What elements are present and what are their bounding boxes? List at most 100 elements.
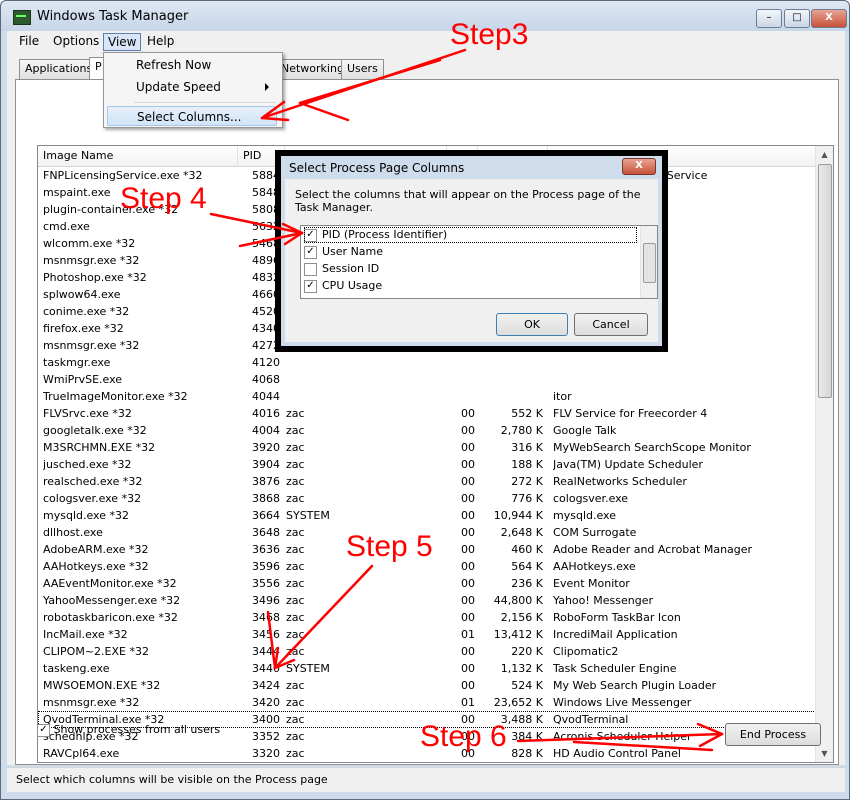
tab-applications[interactable]: Applications <box>19 59 99 79</box>
cell-name: conime.exe *32 <box>43 305 130 318</box>
cell-cpu: 00 <box>461 526 475 539</box>
column-option-cpu-usage-checkbox[interactable]: ✓ <box>304 279 317 293</box>
column-option-session-id-checkbox[interactable] <box>304 262 317 276</box>
cell-desc: Windows Live Messenger <box>553 696 692 709</box>
cell-desc: AAHotkeys.exe <box>553 560 636 573</box>
column-option-user-name-label: User Name <box>322 245 384 258</box>
cell-pid: 5848 <box>252 186 280 199</box>
menu-item-update-speed-label: Update Speed <box>136 80 221 94</box>
cell-mem: 220 K <box>511 645 543 658</box>
cell-name: cmd.exe <box>43 220 90 233</box>
cell-mem: 316 K <box>511 441 543 454</box>
table-row[interactable]: taskeng.exe 3440 SYSTEM 00 1,132 K Task Sched… <box>38 660 816 677</box>
table-row[interactable]: TrueImageMonitor.exe *32 4044 itor <box>38 388 816 405</box>
cell-mem: 236 K <box>511 577 543 590</box>
scroll-down-icon[interactable]: ▼ <box>816 745 833 762</box>
cell-mem: 44,800 K <box>493 594 543 607</box>
cell-name: wlcomm.exe *32 <box>43 237 136 250</box>
cell-pid: 3636 <box>252 543 280 556</box>
table-row[interactable]: YahooMessenger.exe *32 3496 zac 00 44,800 K Y… <box>38 592 816 609</box>
table-row[interactable]: IncMail.exe *32 3456 zac 01 13,412 K IncrediM… <box>38 626 816 643</box>
col-image-name[interactable]: Image Name <box>38 146 238 166</box>
cell-name: RAVCpl64.exe <box>43 747 120 760</box>
table-row[interactable]: googletalk.exe *32 4004 zac 00 2,780 K Google… <box>38 422 816 439</box>
cell-cpu: 00 <box>461 594 475 607</box>
menu-options[interactable]: Options <box>49 33 103 49</box>
cell-name: splwow64.exe <box>43 288 121 301</box>
column-option-pid-checkbox[interactable]: ✓ <box>304 228 317 242</box>
cell-user: zac <box>286 424 305 437</box>
title-bar[interactable]: Windows Task Manager – □ X <box>1 1 849 31</box>
cell-cpu: 00 <box>461 577 475 590</box>
table-row[interactable]: CLIPOM~2.EXE *32 3444 zac 00 220 K Clipomatic… <box>38 643 816 660</box>
scroll-up-icon[interactable]: ▲ <box>816 146 833 163</box>
table-row[interactable]: msnmsgr.exe *32 3420 zac 01 23,652 K Windows … <box>38 694 816 711</box>
menu-file[interactable]: File <box>15 33 43 49</box>
menu-view[interactable]: View <box>103 33 142 51</box>
scroll-thumb[interactable] <box>818 164 832 398</box>
checklist-scrollbar[interactable] <box>640 226 657 298</box>
show-all-users-checkbox[interactable]: ✓ <box>37 723 50 737</box>
cancel-button[interactable]: Cancel <box>574 313 648 336</box>
column-option-session-id[interactable]: Session ID <box>304 261 637 277</box>
cell-desc: mysqld.exe <box>553 509 616 522</box>
dialog-close-button[interactable]: X <box>622 158 656 175</box>
menu-item-update-speed[interactable]: Update Speed <box>107 77 277 97</box>
column-option-pid-label: PID (Process Identifier) <box>322 228 448 241</box>
minimize-button[interactable]: – <box>756 9 782 28</box>
cell-user: SYSTEM <box>286 509 330 522</box>
close-button[interactable]: X <box>811 9 847 28</box>
column-option-cpu-usage[interactable]: ✓ CPU Usage <box>304 278 637 294</box>
checklist-scroll-thumb[interactable] <box>643 243 656 283</box>
show-all-users-label: Show processes from all users <box>53 723 221 736</box>
status-bar: Select which columns will be visible on … <box>7 767 845 792</box>
cell-mem: 2,780 K <box>500 424 543 437</box>
dialog-description: Select the columns that will appear on t… <box>295 188 641 214</box>
show-all-users[interactable]: ✓ Show processes from all users <box>37 723 220 737</box>
column-checklist[interactable]: ✓ PID (Process Identifier) ✓ User Name Ses… <box>300 225 658 299</box>
cell-cpu: 00 <box>461 679 475 692</box>
table-row[interactable]: cologsver.exe *32 3868 zac 00 776 K cologsver… <box>38 490 816 507</box>
column-option-cpu-usage-label: CPU Usage <box>322 279 383 292</box>
column-option-pid[interactable]: ✓ PID (Process Identifier) <box>304 227 637 243</box>
end-process-button[interactable]: End Process <box>725 723 821 746</box>
cell-desc: Google Talk <box>553 424 617 437</box>
table-row[interactable]: jusched.exe *32 3904 zac 00 188 K Java(TM) Up… <box>38 456 816 473</box>
table-row[interactable]: FLVSrvc.exe *32 4016 zac 00 552 K FLV Service… <box>38 405 816 422</box>
table-row[interactable]: AAEventMonitor.exe *32 3556 zac 00 236 K Even… <box>38 575 816 592</box>
column-option-user-name-checkbox[interactable]: ✓ <box>304 245 317 259</box>
cell-pid: 3424 <box>252 679 280 692</box>
tab-users[interactable]: Users <box>341 59 384 79</box>
cell-user: zac <box>286 441 305 454</box>
table-row[interactable]: M3SRCHMN.EXE *32 3920 zac 00 316 K MyWebSearc… <box>38 439 816 456</box>
cell-desc: Yahoo! Messenger <box>553 594 654 607</box>
window-title: Windows Task Manager <box>37 9 189 24</box>
menu-item-refresh-now[interactable]: Refresh Now <box>107 55 277 75</box>
cell-name: WmiPrvSE.exe <box>43 373 123 386</box>
cell-name: YahooMessenger.exe *32 <box>43 594 181 607</box>
table-row[interactable]: robotaskbaricon.exe *32 3468 zac 00 2,156 K R… <box>38 609 816 626</box>
menu-item-select-columns[interactable]: Select Columns... <box>107 106 277 126</box>
table-row[interactable]: taskmgr.exe 4120 <box>38 354 816 371</box>
cell-user: zac <box>286 628 305 641</box>
table-row[interactable]: WmiPrvSE.exe 4068 <box>38 371 816 388</box>
cell-pid: 3352 <box>252 730 280 743</box>
table-row[interactable]: MWSOEMON.EXE *32 3424 zac 00 524 K My Web Sea… <box>38 677 816 694</box>
cell-desc: Clipomatic2 <box>553 645 619 658</box>
cell-name: taskmgr.exe <box>43 356 111 369</box>
maximize-button[interactable]: □ <box>784 9 810 28</box>
tab-networking[interactable]: Networking <box>275 59 350 79</box>
cell-pid: 4520 <box>252 305 280 318</box>
process-list-scrollbar[interactable]: ▲ ▼ <box>815 146 833 762</box>
cell-name: firefox.exe *32 <box>43 322 124 335</box>
column-option-user-name[interactable]: ✓ User Name <box>304 244 637 260</box>
table-row[interactable]: mysqld.exe *32 3664 SYSTEM 00 10,944 K mysqld… <box>38 507 816 524</box>
cell-user: zac <box>286 696 305 709</box>
ok-button[interactable]: OK <box>496 313 568 336</box>
cell-name: realsched.exe *32 <box>43 475 143 488</box>
menu-help[interactable]: Help <box>143 33 178 49</box>
cell-pid: 3400 <box>252 713 280 726</box>
cell-pid: 3904 <box>252 458 280 471</box>
table-row[interactable]: realsched.exe *32 3876 zac 00 272 K RealNetwo… <box>38 473 816 490</box>
cell-mem: 10,944 K <box>493 509 543 522</box>
